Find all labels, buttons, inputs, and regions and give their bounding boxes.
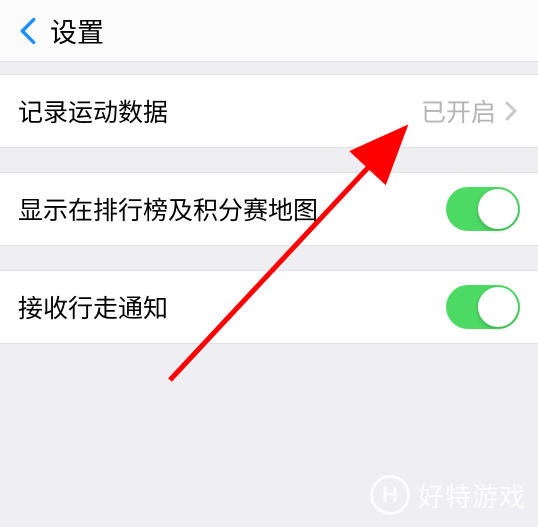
switch-walk-notify[interactable]: [446, 285, 520, 329]
section-gap: [0, 148, 538, 172]
row-label: 显示在排行榜及积分赛地图: [18, 191, 318, 227]
section-gap: [0, 62, 538, 74]
page-title: 设置: [50, 11, 104, 50]
row-record-sport-data[interactable]: 记录运动数据 已开启: [0, 74, 538, 148]
switch-show-leaderboard[interactable]: [446, 187, 520, 231]
row-right: 已开启: [421, 93, 520, 129]
row-status-text: 已开启: [421, 93, 496, 129]
chevron-right-icon: [502, 101, 520, 121]
row-label: 接收行走通知: [18, 289, 168, 325]
row-show-leaderboard-map: 显示在排行榜及积分赛地图: [0, 172, 538, 246]
back-button[interactable]: [8, 11, 48, 51]
watermark-text: 好特游戏: [418, 477, 526, 514]
section-gap: [0, 246, 538, 270]
watermark: H 好特游戏: [370, 475, 526, 515]
row-walk-notify: 接收行走通知: [0, 270, 538, 344]
header-bar: 设置: [0, 0, 538, 62]
watermark-badge-icon: H: [370, 475, 410, 515]
row-label: 记录运动数据: [18, 93, 168, 129]
chevron-left-icon: [20, 17, 36, 45]
